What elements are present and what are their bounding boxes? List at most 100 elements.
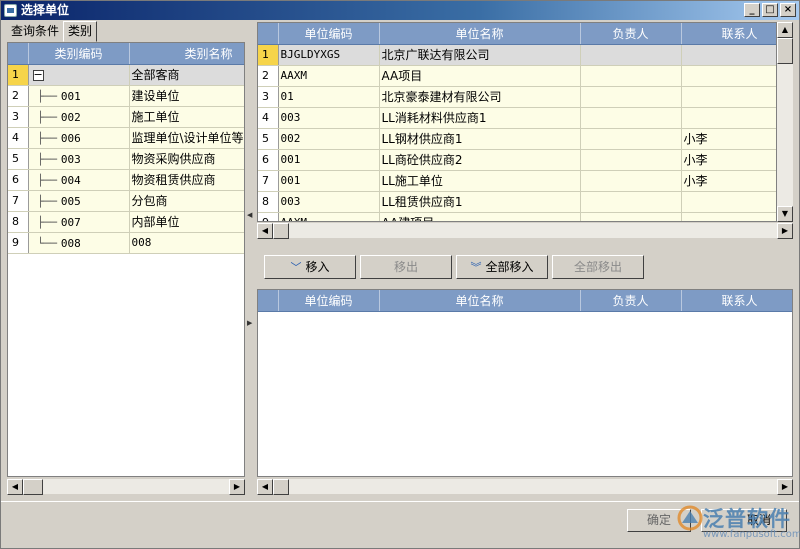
owner-cell	[580, 212, 682, 221]
window-title: 选择单位	[21, 3, 70, 17]
unit-name-cell: LL施工单位	[379, 170, 581, 192]
scroll-left-icon[interactable]: ◀	[7, 479, 23, 495]
unit-code-cell: AAXM	[278, 65, 380, 87]
col-owner[interactable]: 负责人	[580, 290, 682, 312]
contact-cell: 小李	[681, 170, 776, 192]
scroll-left-icon[interactable]: ◀	[257, 223, 273, 239]
unit-name-cell: LL钢材供应商1	[379, 128, 581, 150]
table-row[interactable]: 6 001 LL商砼供应商2 小李	[258, 149, 776, 171]
category-name-cell: 物资租赁供应商	[129, 169, 244, 191]
scroll-thumb[interactable]	[23, 479, 43, 495]
table-row[interactable]: 9 └── 008 008	[8, 232, 244, 254]
category-name-cell: 内部单位	[129, 211, 244, 233]
table-row[interactable]: 2 AAXM AA项目	[258, 65, 776, 87]
move-all-in-button[interactable]: ︾ 全部移入	[456, 255, 548, 279]
minimize-button[interactable]: _	[744, 3, 760, 17]
move-in-button[interactable]: ﹀ 移入	[264, 255, 356, 279]
table-row[interactable]: 8 003 LL租赁供应商1	[258, 191, 776, 213]
col-unit-code[interactable]: 单位编码	[278, 23, 380, 45]
scroll-right-icon[interactable]: ▶	[777, 479, 793, 495]
scroll-right-icon[interactable]: ▶	[777, 223, 793, 239]
category-name-cell: 建设单位	[129, 85, 244, 107]
contact-cell: 小李	[681, 149, 776, 171]
maximize-button[interactable]: □	[762, 3, 778, 17]
tree-line-icon: ├──	[30, 89, 57, 103]
splitter-left-arrow-icon[interactable]: ◀	[247, 211, 253, 219]
logo-mark-icon	[677, 505, 703, 531]
contact-cell	[681, 212, 776, 221]
row-header-corner	[258, 290, 279, 312]
row-number: 8	[8, 211, 29, 233]
close-button[interactable]: ×	[780, 3, 796, 17]
tree-line-icon: ├──	[30, 131, 57, 145]
scroll-thumb[interactable]	[777, 38, 793, 64]
owner-cell	[580, 191, 682, 213]
table-row[interactable]: 3 ├── 002 施工单位	[8, 106, 244, 128]
row-number: 4	[258, 107, 279, 129]
table-row[interactable]: 5 002 LL钢材供应商1 小李	[258, 128, 776, 150]
collapse-icon[interactable]: −	[32, 69, 44, 81]
table-row[interactable]: 7 ├── 005 分包商	[8, 190, 244, 212]
category-code-cell: 006	[60, 131, 81, 145]
scroll-down-icon[interactable]: ▼	[777, 206, 793, 222]
category-name-cell: 物资采购供应商	[129, 148, 244, 170]
table-row[interactable]: 4 003 LL消耗材料供应商1	[258, 107, 776, 129]
scroll-left-icon[interactable]: ◀	[257, 479, 273, 495]
table-row[interactable]: 4 ├── 006 监理单位\设计单位等	[8, 127, 244, 149]
contact-cell	[681, 65, 776, 87]
selected-unit-grid: 单位编码 单位名称 负责人 联系人	[257, 289, 793, 477]
table-row[interactable]: 8 ├── 007 内部单位	[8, 211, 244, 233]
tab-category[interactable]: 类别	[63, 21, 98, 42]
table-row[interactable]: 2 ├── 001 建设单位	[8, 85, 244, 107]
scroll-right-icon[interactable]: ▶	[229, 479, 245, 495]
row-number: 4	[8, 127, 29, 149]
col-category-code[interactable]: 类别编码	[28, 43, 130, 65]
category-grid: 类别编码 类别名称 1 − 全部客商 2 ├── 001 建设单位 3 ├──	[7, 42, 245, 477]
table-row[interactable]: 7 001 LL施工单位 小李	[258, 170, 776, 192]
pane-splitter[interactable]: ◀ ▶	[246, 21, 254, 499]
table-row[interactable]: 9 AAXM AA建项目	[258, 212, 776, 221]
tree-line-icon: └──	[30, 236, 57, 250]
move-all-out-button[interactable]: 全部移出	[552, 255, 644, 279]
table-row[interactable]: 1 BJGLDYXGS 北京广联达有限公司	[258, 44, 776, 66]
owner-cell	[580, 170, 682, 192]
category-name-cell: 全部客商	[129, 64, 244, 86]
col-contact[interactable]: 联系人	[681, 23, 776, 45]
row-number: 1	[258, 44, 279, 66]
row-number: 9	[258, 212, 279, 221]
splitter-right-arrow-icon[interactable]: ▶	[247, 319, 253, 327]
scroll-up-icon[interactable]: ▲	[777, 22, 793, 38]
col-contact[interactable]: 联系人	[681, 290, 792, 312]
table-row[interactable]: 6 ├── 004 物资租赁供应商	[8, 169, 244, 191]
move-all-out-label: 全部移出	[573, 260, 622, 274]
col-unit-name[interactable]: 单位名称	[379, 290, 581, 312]
category-hscrollbar[interactable]: ◀ ▶	[7, 478, 245, 495]
table-row[interactable]: 1 − 全部客商	[8, 64, 244, 86]
unit-hscrollbar[interactable]: ◀ ▶	[257, 222, 793, 239]
unit-name-cell: AA项目	[379, 65, 581, 87]
unit-vscrollbar[interactable]: ▲ ▼	[777, 22, 793, 222]
tree-cell[interactable]: −	[28, 64, 130, 86]
chevron-down-icon: ﹀	[290, 261, 302, 274]
unit-name-cell: 北京广联达有限公司	[379, 44, 581, 66]
scroll-thumb[interactable]	[273, 223, 289, 239]
owner-cell	[580, 128, 682, 150]
col-category-name[interactable]: 类别名称	[129, 43, 244, 65]
category-name-cell: 分包商	[129, 190, 244, 212]
row-number: 6	[8, 169, 29, 191]
table-row[interactable]: 5 ├── 003 物资采购供应商	[8, 148, 244, 170]
owner-cell	[580, 149, 682, 171]
col-owner[interactable]: 负责人	[580, 23, 682, 45]
select-unit-dialog: 选择单位 _ □ × 查询条件 类别 类别编码 类别名称 1 − 全部客商 2 …	[0, 0, 800, 549]
scroll-thumb[interactable]	[273, 479, 289, 495]
owner-cell	[580, 107, 682, 129]
row-number: 5	[258, 128, 279, 150]
col-unit-code[interactable]: 单位编码	[278, 290, 380, 312]
col-unit-name[interactable]: 单位名称	[379, 23, 581, 45]
move-out-button[interactable]: 移出	[360, 255, 452, 279]
unit-code-cell: BJGLDYXGS	[278, 44, 380, 66]
table-row[interactable]: 3 01 北京豪泰建材有限公司	[258, 86, 776, 108]
selected-hscrollbar[interactable]: ◀ ▶	[257, 478, 793, 495]
category-name-cell: 施工单位	[129, 106, 244, 128]
tab-query-conditions[interactable]: 查询条件	[7, 22, 63, 41]
